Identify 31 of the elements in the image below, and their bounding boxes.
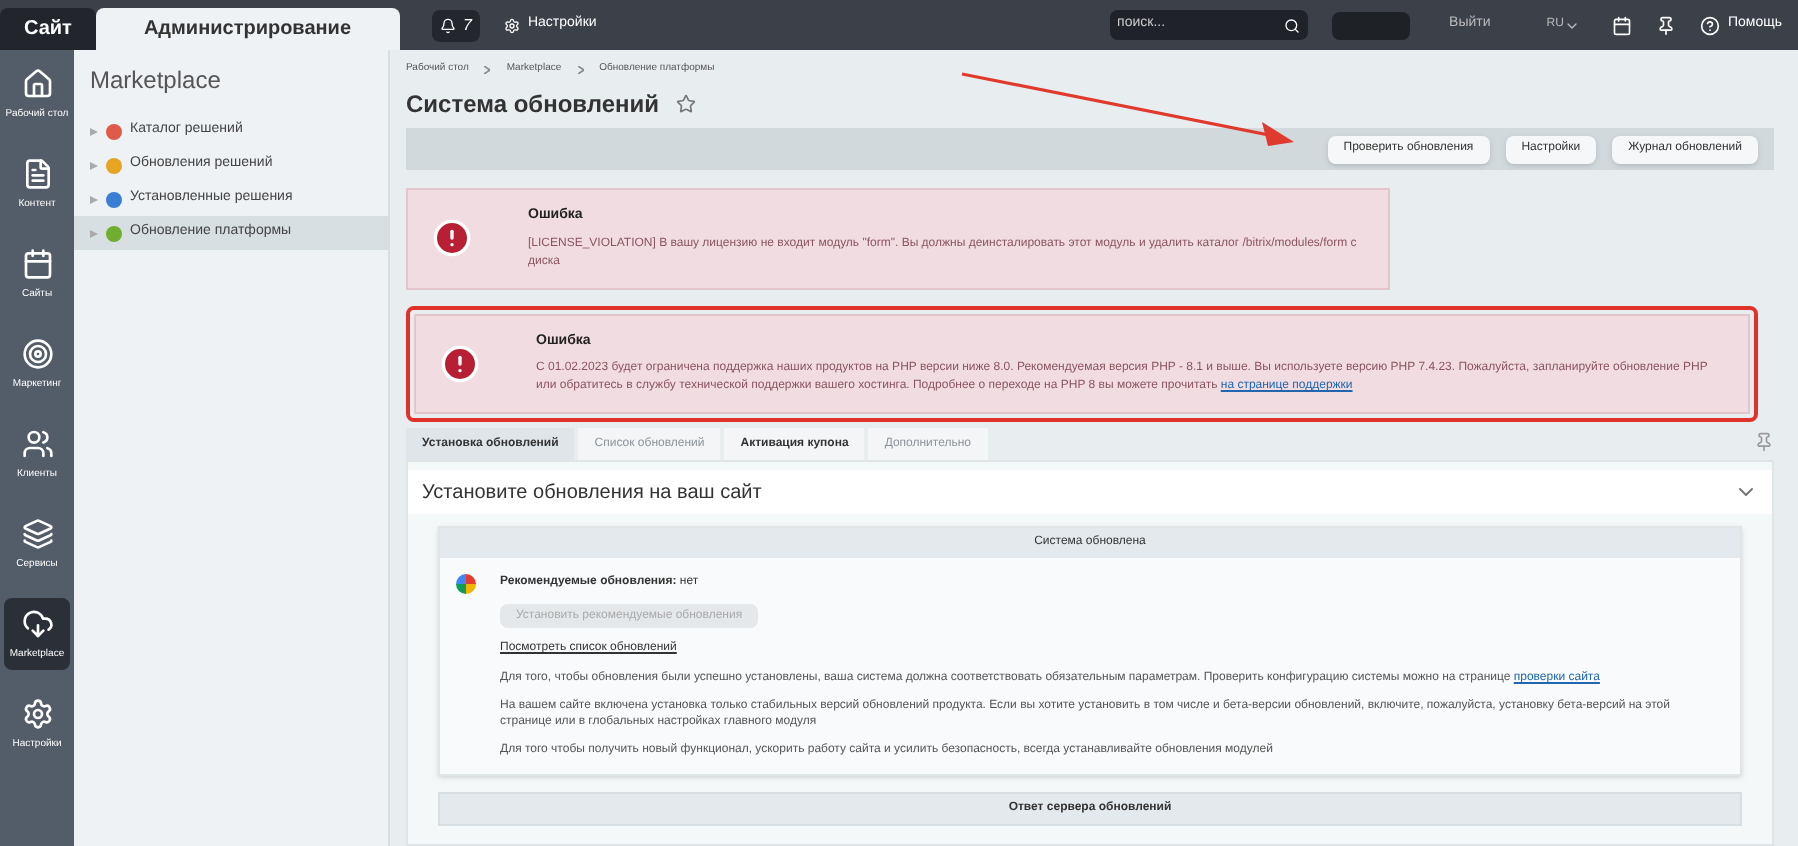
top-tab[interactable]: Сайт [0, 8, 96, 50]
expand-arrow-icon[interactable] [90, 229, 98, 237]
error-icon [440, 343, 480, 384]
settings-icon [503, 17, 520, 33]
people-icon [21, 428, 53, 460]
document-icon [21, 158, 53, 190]
section-title: Установите обновления на ваш сайт [422, 479, 762, 507]
calendar-icon[interactable] [1611, 15, 1632, 35]
gear-icon [21, 698, 53, 730]
chevron-icon [577, 66, 584, 74]
target-icon [21, 338, 53, 370]
search-icon [1283, 17, 1300, 33]
help-icon [1699, 15, 1720, 35]
cloud-download-icon [21, 608, 53, 640]
calendar-icon [21, 248, 53, 280]
status-icon [456, 574, 476, 594]
expand-arrow-icon[interactable] [90, 127, 98, 135]
top-tab[interactable]: Администрирование [95, 8, 400, 50]
bell-icon [439, 17, 456, 33]
redacted-block [1331, 11, 1410, 39]
star-icon[interactable] [675, 94, 696, 114]
layers-icon [21, 518, 53, 550]
sidebar-title: Marketplace [88, 64, 223, 98]
page-title: Система обновлений [406, 88, 660, 122]
expand-arrow-icon[interactable] [90, 161, 98, 169]
pin-icon[interactable] [1655, 15, 1676, 35]
expand-arrow-icon[interactable] [90, 195, 98, 203]
notifications-button[interactable]: 7 [431, 9, 480, 41]
home-icon [21, 68, 53, 100]
error-icon [432, 218, 472, 259]
chevron-icon [484, 66, 491, 74]
